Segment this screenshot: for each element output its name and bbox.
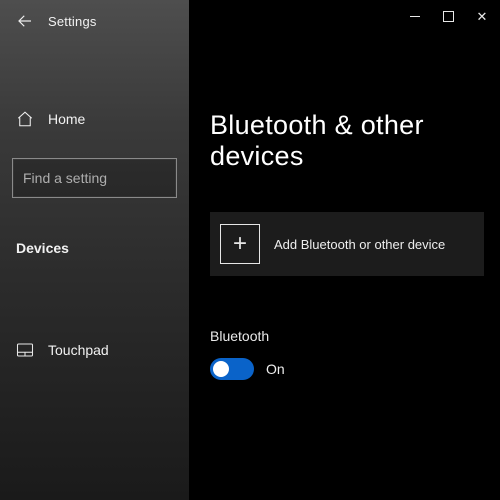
search-box[interactable] [12, 158, 177, 198]
bluetooth-toggle-state: On [266, 361, 285, 377]
settings-sidebar: Settings Home Devices Touchp [0, 0, 190, 500]
main-panel: Bluetooth & other devices Add Bluetooth … [190, 0, 500, 500]
window-controls [405, 6, 492, 26]
sidebar-item-label: Touchpad [48, 342, 109, 358]
app-title: Settings [48, 14, 97, 29]
plus-icon [220, 224, 260, 264]
sidebar-section-devices: Devices [0, 240, 189, 256]
maximize-button[interactable] [443, 11, 454, 22]
add-device-button[interactable]: Add Bluetooth or other device [210, 212, 484, 276]
arrow-left-icon [16, 12, 34, 30]
bluetooth-toggle-row: On [190, 344, 500, 380]
back-button[interactable] [16, 12, 34, 30]
bluetooth-toggle[interactable] [210, 358, 254, 380]
home-icon [16, 110, 34, 128]
sidebar-home-label: Home [48, 111, 85, 127]
sidebar-item-touchpad[interactable]: Touchpad [0, 336, 189, 364]
touchpad-icon [16, 342, 34, 358]
search-input[interactable] [23, 170, 204, 186]
sidebar-home[interactable]: Home [0, 104, 189, 134]
bluetooth-section-label: Bluetooth [190, 276, 500, 344]
minimize-button[interactable] [405, 6, 425, 26]
close-button[interactable] [472, 6, 492, 26]
toggle-knob [213, 361, 229, 377]
sidebar-header: Settings [0, 0, 189, 40]
add-device-label: Add Bluetooth or other device [274, 237, 445, 252]
